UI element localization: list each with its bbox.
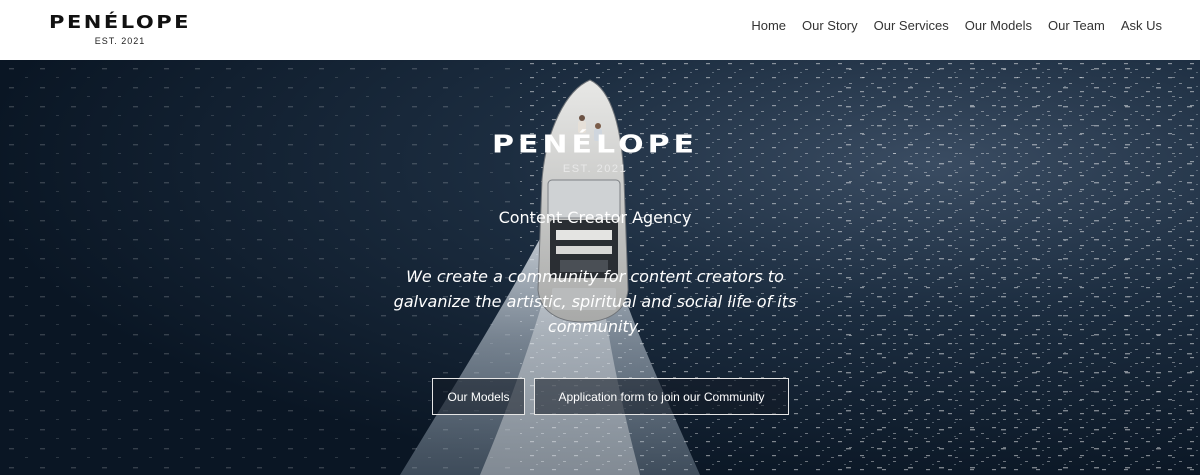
nav-home[interactable]: Home — [751, 18, 786, 33]
hero-logo: PENÉLOPE EST. 2021 — [390, 128, 800, 175]
our-models-button[interactable]: Our Models — [432, 378, 525, 415]
hero-logo-wordmark: PENÉLOPE — [491, 130, 699, 159]
logo-established: EST. 2021 — [94, 36, 146, 46]
main-nav: Home Our Story Our Services Our Models O… — [751, 18, 1162, 33]
nav-our-story[interactable]: Our Story — [802, 18, 858, 33]
site-logo[interactable]: PENÉLOPE EST. 2021 — [20, 10, 220, 46]
logo-wordmark: PENÉLOPE — [49, 11, 191, 33]
nav-our-services[interactable]: Our Services — [874, 18, 949, 33]
hero-tagline: We create a community for content creato… — [393, 267, 797, 336]
nav-our-models[interactable]: Our Models — [965, 18, 1032, 33]
nav-ask-us[interactable]: Ask Us — [1121, 18, 1162, 33]
application-form-button[interactable]: Application form to join our Community — [534, 378, 789, 415]
site-header: PENÉLOPE EST. 2021 Home Our Story Our Se… — [0, 0, 1200, 60]
nav-our-team[interactable]: Our Team — [1048, 18, 1105, 33]
hero-logo-established: EST. 2021 — [562, 163, 628, 175]
hero-content: PENÉLOPE EST. 2021 Content Creator Agenc… — [0, 60, 1200, 475]
hero-subtitle: Content Creator Agency — [498, 208, 692, 227]
hero-section: PENÉLOPE EST. 2021 Content Creator Agenc… — [0, 60, 1200, 475]
